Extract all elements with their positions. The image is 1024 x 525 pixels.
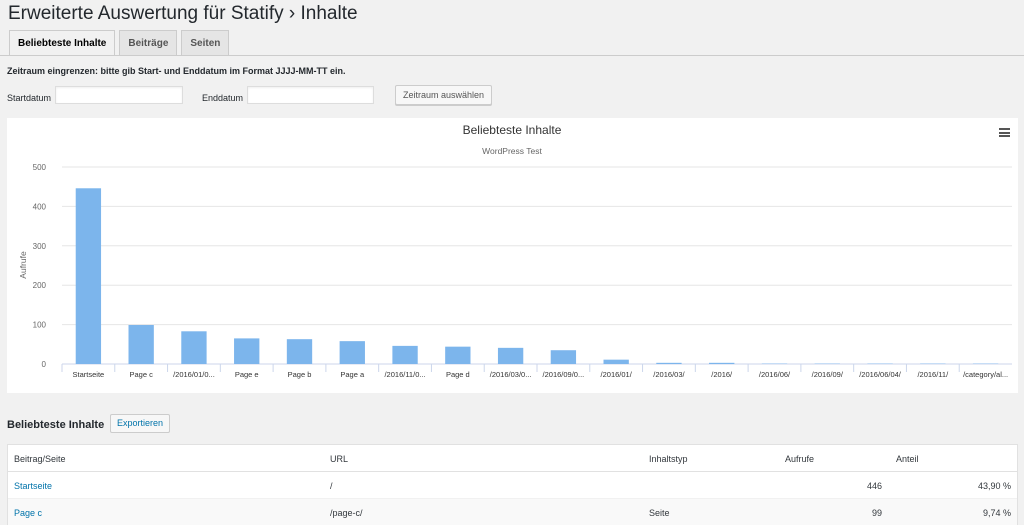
popular-content-table: Beitrag/Seite URL Inhaltstyp Aufrufe Ant… [7,444,1018,525]
row-url: / [330,481,333,491]
chart-bar[interactable] [603,359,629,364]
column-header-views[interactable]: Aufrufe [785,454,814,464]
chart-subtitle: WordPress Test [482,146,542,156]
chart-bar[interactable] [339,341,365,364]
y-tick-label: 200 [33,281,47,290]
start-date-input[interactable] [55,86,183,104]
chart-bar[interactable] [497,347,524,364]
x-tick-label: /2016/ [711,370,733,379]
page-title: Erweiterte Auswertung für Statify › Inha… [8,3,358,24]
x-tick-label: Startseite [73,370,105,379]
y-tick-label: 0 [42,360,47,369]
column-header-type[interactable]: Inhaltstyp [649,454,688,464]
x-tick-label: /2016/01/0... [173,370,215,379]
chart-menu-icon[interactable] [999,128,1010,137]
row-title-link[interactable]: Startseite [14,481,52,491]
popular-content-chart: Startseite Page c/2016/01/0... Page e Page … [7,118,1018,393]
x-tick-label: /2016/09/0... [543,370,585,379]
column-header-title[interactable]: Beitrag/Seite [14,454,66,464]
table-row: Page c /page-c/ Seite 99 9,74 % [8,499,1017,525]
tab-popular-content[interactable]: Beliebteste Inhalte [9,30,116,56]
y-tick-label: 500 [33,163,47,172]
x-tick-label: /2016/01/ [601,370,633,379]
chart-title: Beliebteste Inhalte [463,123,562,137]
x-tick-label: /2016/11/ [917,370,949,379]
chart-bar[interactable] [392,345,418,364]
chart-bar[interactable] [656,362,682,364]
x-tick-label: Page e [235,370,259,379]
x-tick-label: /2016/09/ [812,370,844,379]
end-date-input[interactable] [247,86,374,104]
chart-bar[interactable] [75,188,102,364]
chart-bar[interactable] [445,346,471,364]
row-share: 43,90 % [977,481,1011,491]
select-date-range-button[interactable]: Zeitraum auswählen [395,85,493,105]
row-views: 99 [871,508,882,518]
x-tick-label: Page d [446,370,470,379]
chart-y-axis-label: Aufrufe [18,251,28,279]
export-button[interactable]: Exportieren [110,414,171,433]
tab-pages[interactable]: Seiten [181,30,230,55]
end-date-label: Enddatum [202,93,244,103]
chart-canvas: Startseite Page c/2016/01/0... Page e Page … [18,123,1012,379]
column-header-url[interactable]: URL [330,454,348,464]
x-tick-label: Page a [340,370,365,379]
tab-bar: Beliebteste Inhalte Beiträge Seiten [9,30,233,56]
x-tick-label: /2016/11/0... [384,370,425,379]
row-title-link[interactable]: Page c [14,508,42,518]
table-header: Beitrag/Seite URL Inhaltstyp Aufrufe Ant… [8,445,1017,472]
chart-bars [75,188,999,364]
chart-bar[interactable] [709,362,735,364]
x-tick-label: Page c [129,370,153,379]
date-range-instruction: Zeitraum eingrenzen: bitte gib Start- un… [7,66,346,76]
chart-y-labels: 0 100 200 300 400 500 [33,163,47,369]
y-tick-label: 300 [33,242,47,251]
row-url: /page-c/ [330,508,363,518]
x-tick-label: Page b [288,370,312,379]
table-section-title: Beliebteste Inhalte [7,419,105,431]
chart-bar[interactable] [550,350,577,364]
x-tick-label: /2016/06/ [759,370,791,379]
row-share: 9,74 % [982,508,1011,518]
tabs-divider [0,55,1024,56]
chart-bar[interactable] [286,339,313,364]
x-tick-label: /category/al... [963,370,1008,379]
row-type: Seite [649,508,670,518]
y-tick-label: 400 [33,202,47,211]
start-date-label: Startdatum [7,93,52,103]
x-tick-label: /2016/03/ [653,370,685,379]
table-row: Startseite / 446 43,90 % [8,472,1017,499]
chart-bar[interactable] [234,338,260,364]
chart-bar[interactable] [128,324,154,364]
x-tick-label: /2016/03/0... [490,370,532,379]
chart-bar[interactable] [181,331,207,364]
chart-x-labels: Startseite Page c/2016/01/0... Page e Page … [61,364,1008,379]
row-views: 446 [866,481,882,491]
y-tick-label: 100 [33,321,47,330]
column-header-share[interactable]: Anteil [896,454,919,464]
x-tick-label: /2016/06/04/ [859,370,902,379]
tab-posts[interactable]: Beiträge [119,30,178,55]
